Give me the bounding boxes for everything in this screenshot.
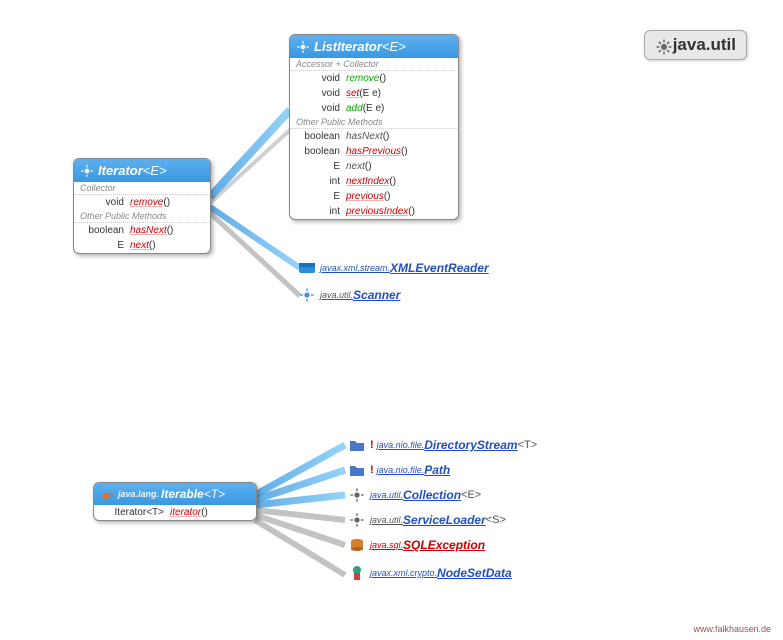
warn-icon: ! bbox=[370, 439, 374, 451]
method-hasprevious: boolean hasPrevious () bbox=[290, 144, 458, 159]
class-generic: <E> bbox=[143, 163, 167, 178]
section-label: Other Public Methods bbox=[74, 210, 210, 223]
method-iterator: Iterator<T> iterator () bbox=[94, 505, 256, 520]
rel-sqlexception[interactable]: java.sql. SQLException bbox=[348, 536, 485, 554]
rel-serviceloader[interactable]: java.util. ServiceLoader <S> bbox=[348, 511, 506, 529]
rel-nodesetdata[interactable]: javax.xml.crypto. NodeSetData bbox=[348, 564, 512, 582]
class-title: Iterator bbox=[98, 163, 143, 178]
section-label: Other Public Methods bbox=[290, 116, 458, 129]
rel-collection[interactable]: java.util. Collection <E> bbox=[348, 486, 481, 504]
class-header: ListIterator <E> bbox=[290, 35, 458, 58]
class-header: java.lang. Iterable <T> bbox=[94, 483, 256, 505]
footer-credit: www.falkhausen.de bbox=[693, 624, 771, 634]
gear-icon bbox=[298, 286, 316, 304]
coffee-icon bbox=[100, 487, 114, 501]
warn-icon: ! bbox=[370, 464, 374, 476]
gear-icon bbox=[348, 486, 366, 504]
crypto-icon bbox=[348, 564, 366, 582]
rel-directorystream[interactable]: ! java.nio.file. DirectoryStream <T> bbox=[348, 436, 537, 454]
gear-icon bbox=[348, 511, 366, 529]
class-iterator: Iterator <E> Collector void remove () Ot… bbox=[73, 158, 211, 254]
class-iterable: java.lang. Iterable <T> Iterator<T> iter… bbox=[93, 482, 257, 521]
class-generic: <T> bbox=[204, 487, 225, 501]
package-badge: java.util bbox=[644, 30, 747, 60]
class-header: Iterator <E> bbox=[74, 159, 210, 182]
gear-icon bbox=[296, 40, 310, 54]
class-title: ListIterator bbox=[314, 39, 382, 54]
rel-path[interactable]: ! java.nio.file. Path bbox=[348, 461, 450, 479]
folder-icon bbox=[348, 461, 366, 479]
method-add: void add (E e) bbox=[290, 101, 458, 116]
method-remove: void remove () bbox=[290, 71, 458, 86]
method-hasnext: boolean hasNext () bbox=[290, 129, 458, 144]
rel-scanner[interactable]: java.util. Scanner bbox=[298, 286, 400, 304]
method-next: E next () bbox=[74, 238, 210, 253]
package-label: java.util bbox=[673, 35, 736, 55]
method-nextindex: int nextIndex () bbox=[290, 174, 458, 189]
rel-xmleventreader[interactable]: javax.xml.stream. XMLEventReader bbox=[298, 259, 489, 277]
class-pkg: java.lang. bbox=[118, 489, 159, 499]
section-label: Accessor + Collector bbox=[290, 58, 458, 71]
section-label: Collector bbox=[74, 182, 210, 195]
class-listiterator: ListIterator <E> Accessor + Collector vo… bbox=[289, 34, 459, 220]
method-previousindex: int previousIndex () bbox=[290, 204, 458, 219]
xml-icon bbox=[298, 259, 316, 277]
gear-icon bbox=[655, 38, 669, 52]
db-icon bbox=[348, 536, 366, 554]
class-title: Iterable bbox=[161, 487, 204, 501]
folder-icon bbox=[348, 436, 366, 454]
method-previous: E previous () bbox=[290, 189, 458, 204]
method-set: void set (E e) bbox=[290, 86, 458, 101]
class-generic: <E> bbox=[382, 39, 406, 54]
gear-icon bbox=[80, 164, 94, 178]
method-remove: void remove () bbox=[74, 195, 210, 210]
method-next: E next () bbox=[290, 159, 458, 174]
method-hasnext: boolean hasNext () bbox=[74, 223, 210, 238]
